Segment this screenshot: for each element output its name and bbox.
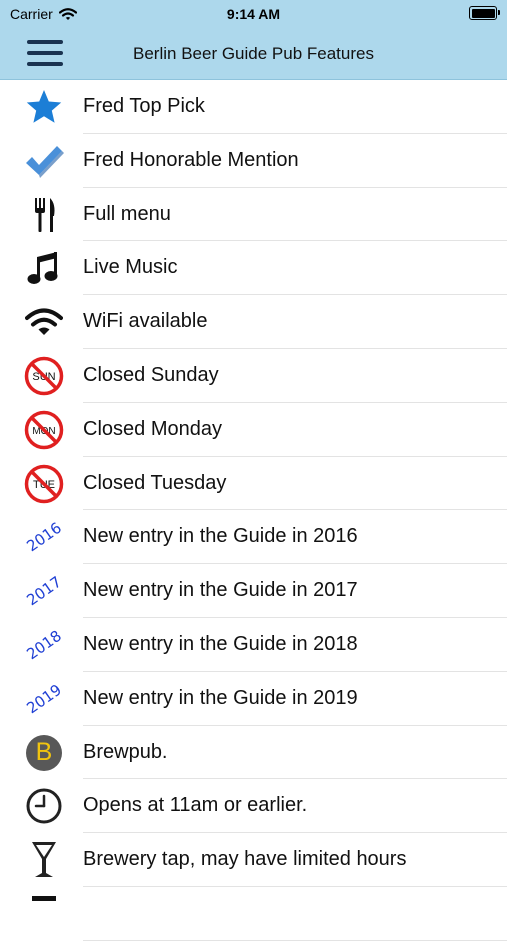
- list-item-label: Closed Tuesday: [83, 471, 227, 494]
- list-item-closed-sunday[interactable]: SUN Closed Sunday: [0, 349, 507, 403]
- list-item-label: Brewpub.: [83, 740, 168, 763]
- list-item-brewery-tap[interactable]: Brewery tap, may have limited hours: [0, 833, 507, 887]
- brewpub-icon-text: B: [26, 734, 62, 771]
- list-item-label: Opens at 11am or earlier.: [83, 794, 308, 817]
- list-item-opens-early[interactable]: Opens at 11am or earlier.: [0, 779, 507, 833]
- nav-title: Berlin Beer Guide Pub Features: [133, 44, 374, 63]
- list-item-label: New entry in the Guide in 2018: [83, 632, 358, 655]
- list-item-live-music[interactable]: Live Music: [0, 241, 507, 295]
- list-item-wifi[interactable]: WiFi available: [0, 295, 507, 349]
- fork-knife-icon: [21, 194, 67, 236]
- list-item-label: Brewery tap, may have limited hours: [83, 848, 407, 871]
- list-item-new-2019[interactable]: 2019 New entry in the Guide in 2019: [0, 672, 507, 726]
- music-note-icon: [21, 247, 67, 289]
- year-2018-icon: 2018: [21, 624, 67, 666]
- list-item-closed-tuesday[interactable]: TUE Closed Tuesday: [0, 457, 507, 511]
- year-2016-icon-text: 2016: [23, 519, 65, 556]
- battery-icon: [469, 6, 500, 20]
- list-item-label: New entry in the Guide in 2019: [83, 686, 358, 709]
- list-item-brewpub[interactable]: B Brewpub.: [0, 726, 507, 780]
- year-2018-icon-text: 2018: [23, 626, 65, 664]
- year-2019-icon: 2019: [21, 678, 67, 720]
- list-item-full-menu[interactable]: Full menu: [0, 188, 507, 242]
- no-sunday-icon: SUN: [21, 355, 67, 397]
- year-2017-icon-text: 2017: [23, 572, 65, 610]
- list-item-label: Live Music: [83, 256, 178, 279]
- no-tuesday-icon: TUE: [21, 463, 67, 505]
- list-item-new-2016[interactable]: 2016 New entry in the Guide in 2016: [0, 510, 507, 564]
- nav-bar: Berlin Beer Guide Pub Features: [0, 28, 507, 80]
- list-item-new-2018[interactable]: 2018 New entry in the Guide in 2018: [0, 618, 507, 672]
- list-item-new-2017[interactable]: 2017 New entry in the Guide in 2017: [0, 564, 507, 618]
- list-item-top-pick[interactable]: Fred Top Pick: [0, 80, 507, 134]
- list-item-label: New entry in the Guide in 2016: [83, 525, 358, 548]
- status-time: 9:14 AM: [226, 6, 281, 22]
- feature-list: Fred Top Pick Fred Honorable Mention Ful…: [0, 80, 507, 941]
- checkmark-icon: [21, 140, 67, 182]
- list-item-label: Closed Monday: [83, 417, 222, 440]
- clock-icon: [21, 785, 67, 827]
- list-item-closed-monday[interactable]: MON Closed Monday: [0, 403, 507, 457]
- list-item-label: Full menu: [83, 202, 171, 225]
- list-item-honorable-mention[interactable]: Fred Honorable Mention: [0, 134, 507, 188]
- list-item-partial[interactable]: [0, 887, 507, 941]
- list-item-label: Fred Top Pick: [83, 95, 205, 117]
- wine-glass-icon: [21, 839, 67, 881]
- wifi-icon: [21, 301, 67, 343]
- partial-icon: [21, 893, 67, 935]
- star-icon: [21, 86, 67, 128]
- year-2019-icon-text: 2019: [23, 680, 65, 718]
- list-item-label: Fred Honorable Mention: [83, 148, 299, 171]
- status-bar: Carrier 9:14 AM: [0, 0, 507, 28]
- year-2017-icon: 2017: [21, 570, 67, 612]
- list-item-label: New entry in the Guide in 2017: [83, 579, 358, 602]
- list-item-label: WiFi available: [83, 310, 208, 333]
- list-item-label: Closed Sunday: [83, 363, 219, 386]
- year-2016-icon: 2016: [21, 516, 67, 558]
- brewpub-icon: B: [21, 732, 67, 774]
- no-monday-icon: MON: [21, 409, 67, 451]
